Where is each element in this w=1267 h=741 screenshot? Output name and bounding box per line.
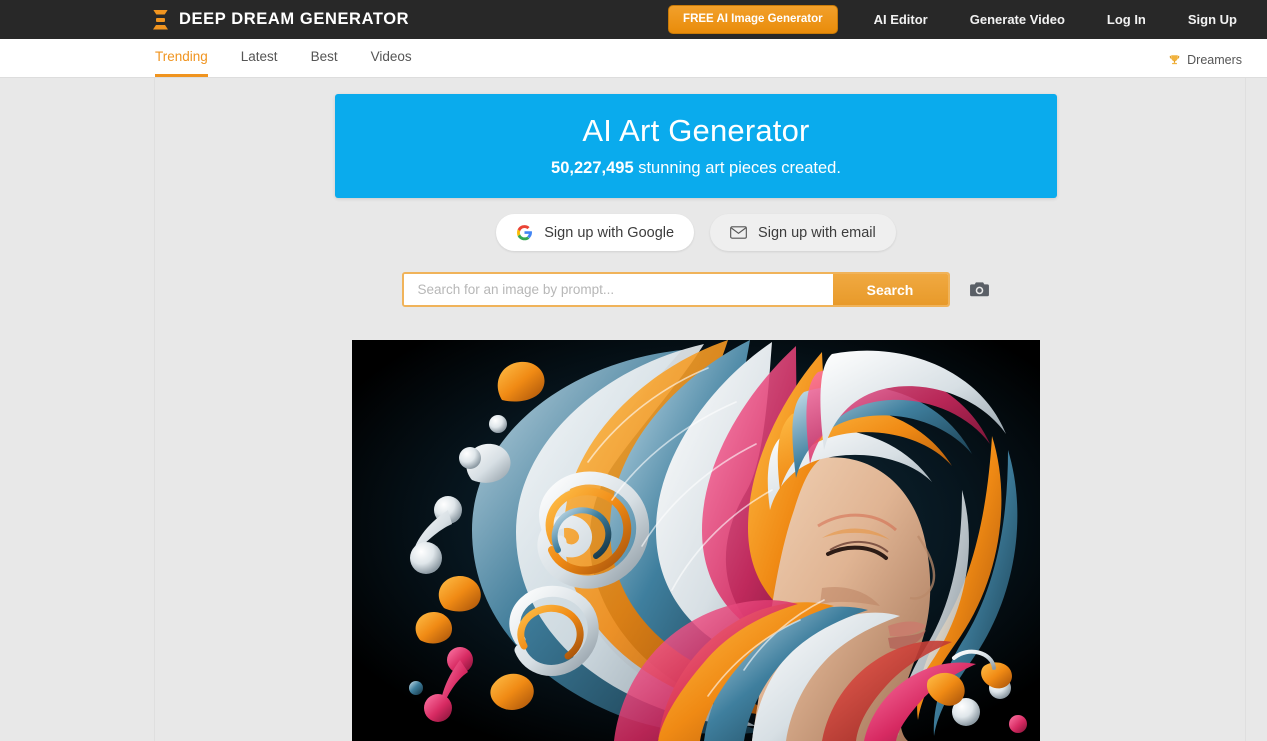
content-column: AI Art Generator 50,227,495 stunning art…	[155, 78, 1245, 741]
sign-up-with-email-label: Sign up with email	[758, 224, 876, 241]
page-title: AI Art Generator	[582, 112, 810, 148]
dreamers-link[interactable]: Dreamers	[1168, 53, 1242, 77]
signup-button-row: Sign up with Google Sign up with email	[335, 214, 1057, 251]
envelope-icon	[730, 226, 747, 239]
search-input[interactable]	[403, 274, 833, 305]
top-header-bar: DEEP DREAM GENERATOR FREE AI Image Gener…	[0, 0, 1267, 39]
tab-videos[interactable]: Videos	[371, 49, 412, 77]
sign-up-with-email-button[interactable]: Sign up with email	[710, 214, 896, 251]
page-body: AI Art Generator 50,227,495 stunning art…	[0, 78, 1267, 741]
nav-link-generate-video[interactable]: Generate Video	[970, 12, 1065, 27]
site-logo[interactable]: DEEP DREAM GENERATOR	[153, 9, 410, 30]
dreamers-label: Dreamers	[1187, 53, 1242, 67]
search-row: Search	[335, 272, 1057, 307]
art-count-line: 50,227,495 stunning art pieces created.	[551, 159, 841, 178]
nav-link-ai-editor[interactable]: AI Editor	[874, 12, 928, 27]
image-search-camera-button[interactable]	[969, 280, 991, 300]
sign-up-with-google-button[interactable]: Sign up with Google	[496, 214, 695, 251]
hourglass-bars-icon	[153, 9, 168, 30]
tab-latest[interactable]: Latest	[241, 49, 278, 77]
trophy-icon	[1169, 54, 1180, 64]
secondary-tab-bar: Trending Latest Best Videos Dreamers	[0, 39, 1267, 78]
tab-trending[interactable]: Trending	[155, 49, 208, 77]
sign-up-with-google-label: Sign up with Google	[544, 224, 675, 241]
google-g-icon	[517, 225, 533, 241]
artwork-image	[352, 340, 1040, 741]
search-button[interactable]: Search	[832, 274, 948, 305]
tab-list: Trending Latest Best Videos	[155, 49, 445, 77]
nav-link-log-in[interactable]: Log In	[1107, 12, 1146, 27]
featured-artwork[interactable]	[352, 340, 1040, 741]
hero-banner: AI Art Generator 50,227,495 stunning art…	[335, 94, 1057, 198]
site-logo-text: DEEP DREAM GENERATOR	[179, 10, 410, 28]
header-nav: FREE AI Image Generator AI Editor Genera…	[668, 5, 1247, 34]
free-ai-image-generator-button[interactable]: FREE AI Image Generator	[668, 5, 838, 34]
art-count-value: 50,227,495	[551, 159, 634, 178]
art-count-suffix: stunning art pieces created.	[633, 159, 841, 178]
nav-link-sign-up[interactable]: Sign Up	[1188, 12, 1237, 27]
camera-icon	[970, 282, 989, 297]
tab-best[interactable]: Best	[311, 49, 338, 77]
search-box: Search	[401, 272, 950, 307]
